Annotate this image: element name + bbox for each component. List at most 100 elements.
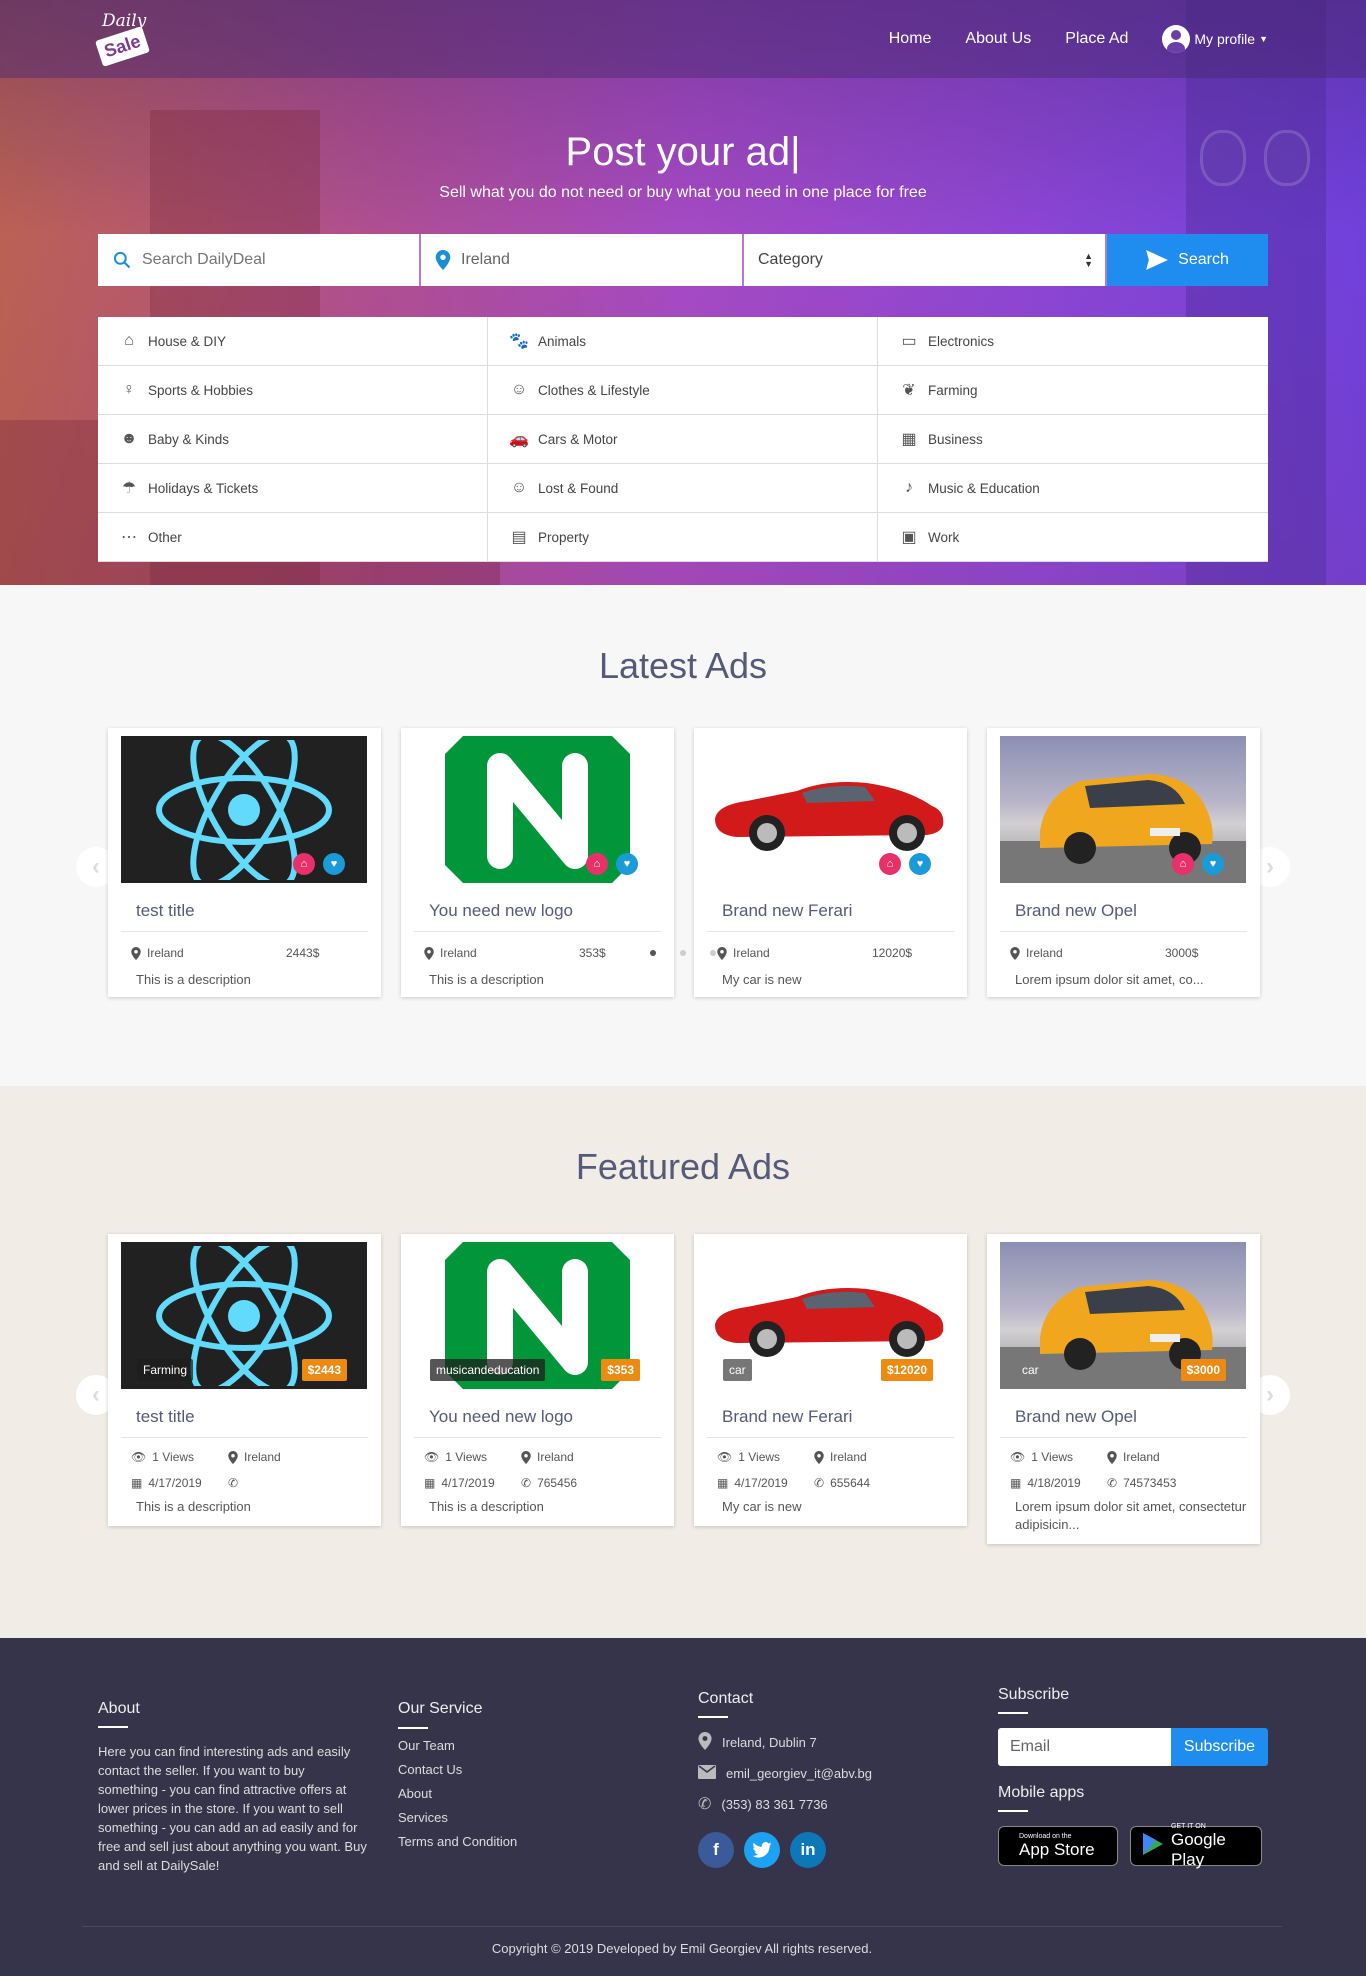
copyright: Copyright © 2019 Developed by Emil Georg… (82, 1926, 1282, 1956)
category-item[interactable]: ▣ Work (878, 513, 1268, 562)
footer-phone[interactable]: (353) 83 361 7736 (721, 1797, 827, 1812)
carousel-dot-2[interactable] (680, 950, 686, 956)
category-item[interactable]: ☺ Lost & Found (488, 464, 878, 513)
featured-ads-title: Featured Ads (575, 1146, 791, 1187)
home-badge-icon[interactable]: ⌂ (293, 853, 315, 875)
heart-badge-icon[interactable]: ♥ (616, 853, 638, 875)
nav-about-us[interactable]: About Us (965, 30, 1031, 48)
category-item[interactable]: ☻ Baby & Kinds (98, 415, 488, 464)
featured-ad-card[interactable]: Farming $2443 test title 👁 1 Views Ireland ▦ 4/… (108, 1234, 381, 1526)
phone-icon: ✆ (521, 1476, 532, 1490)
carousel-dot-1[interactable] (650, 950, 656, 956)
subscribe-email-input[interactable]: Email (998, 1728, 1171, 1766)
featured-ads-section: Featured Ads ‹ › Farming $2443 test title 👁… (0, 1086, 1366, 1638)
category-item[interactable]: ▤ Property (488, 513, 878, 562)
category-item[interactable]: ☂ Holidays & Tickets (98, 464, 488, 513)
footer-link-our-team[interactable]: Our Team (398, 1738, 517, 1753)
ad-image[interactable]: musicandeducation $353 (414, 1242, 660, 1389)
ad-title[interactable]: test title (121, 1389, 368, 1438)
category-item[interactable]: ☺ Clothes & Lifestyle (488, 366, 878, 415)
footer-email[interactable]: emil_georgiev_it@abv.bg (726, 1766, 872, 1781)
home-badge-icon[interactable]: ⌂ (1172, 853, 1194, 875)
ad-card[interactable]: ⌂ ♥ test title Ireland 2443$ This is a descri… (108, 728, 381, 997)
more-icon: ⋯ (121, 529, 137, 546)
ad-title[interactable]: Brand new Ferari (707, 1389, 954, 1438)
ad-image[interactable]: car $12020 (707, 1242, 953, 1389)
footer-link-contact-us[interactable]: Contact Us (398, 1762, 517, 1777)
featured-ad-card[interactable]: musicandeducation $353 You need new logo 👁 1… (401, 1234, 674, 1526)
home-badge-icon[interactable]: ⌂ (586, 853, 608, 875)
ad-card[interactable]: ⌂ ♥ You need new logo Ireland 353$ This is a … (401, 728, 674, 997)
location-field[interactable]: Ireland (421, 234, 744, 286)
google-play-badge[interactable]: GET IT ON Google Play (1130, 1823, 1262, 1869)
nav-place-ad[interactable]: Place Ad (1065, 30, 1128, 48)
ad-image[interactable]: Farming $2443 (121, 1242, 367, 1389)
category-item[interactable]: ❦ Farming (878, 366, 1268, 415)
linkedin-icon[interactable]: in (790, 1832, 826, 1868)
ad-phone: 655644 (830, 1476, 871, 1490)
footer-subscribe-title: Subscribe (998, 1686, 1070, 1703)
facebook-icon[interactable]: f (698, 1832, 734, 1868)
heart-badge-icon[interactable]: ♥ (323, 853, 345, 875)
location-pin-icon (521, 1450, 531, 1464)
caret-down-icon: ▼ (1259, 34, 1268, 44)
ad-title[interactable]: You need new logo (414, 883, 661, 932)
ad-image[interactable]: ⌂ ♥ (414, 736, 660, 883)
ad-date: 4/18/2019 (1027, 1476, 1081, 1490)
ad-image[interactable]: ⌂ ♥ (121, 736, 367, 883)
category-label: Work (928, 529, 960, 545)
profile-menu[interactable]: My profile ▼ (1162, 25, 1268, 53)
price-tag: $2443 (301, 1359, 347, 1381)
search-input[interactable] (142, 251, 382, 269)
category-item[interactable]: ♪ Music & Education (878, 464, 1268, 513)
footer-link-about[interactable]: About (398, 1786, 517, 1801)
ad-card[interactable]: ⌂ ♥ Brand new Ferari Ireland 12020$ My car is… (694, 728, 967, 997)
carousel-dot-3[interactable] (710, 950, 716, 956)
footer-link-terms[interactable]: Terms and Condition (398, 1834, 517, 1849)
category-item[interactable]: ⋯ Other (98, 513, 488, 562)
store-icon: ▤ (511, 529, 527, 546)
category-item[interactable]: ♀ Sports & Hobbies (98, 366, 488, 415)
search-field[interactable] (98, 234, 421, 286)
ad-title[interactable]: Brand new Ferari (707, 883, 954, 932)
twitter-icon[interactable] (744, 1832, 780, 1868)
category-label: Animals (538, 333, 587, 349)
calendar-icon: ▦ (424, 1476, 436, 1490)
subscribe-button[interactable]: Subscribe (1171, 1728, 1268, 1766)
ad-title[interactable]: test title (121, 883, 368, 932)
featured-ad-card[interactable]: car $3000 Brand new Opel 👁 1 Views Ireland ▦ 4/… (987, 1234, 1260, 1544)
play-triangle-icon (1143, 1832, 1163, 1860)
category-label: Sports & Hobbies (148, 382, 254, 398)
ad-image[interactable]: ⌂ ♥ (707, 736, 953, 883)
ad-image[interactable]: car $3000 (1000, 1242, 1246, 1389)
eye-icon: 👁 (131, 1450, 147, 1464)
category-select[interactable]: Category ▲ ▼ (744, 234, 1107, 286)
footer-link-services[interactable]: Services (398, 1810, 517, 1825)
ad-image[interactable]: ⌂ ♥ (1000, 736, 1246, 883)
search-button[interactable]: Search (1107, 234, 1268, 286)
category-item[interactable]: 🐾 Animals (488, 317, 878, 366)
ad-title[interactable]: You need new logo (414, 1389, 661, 1438)
category-item[interactable]: ▦ Business (878, 415, 1268, 464)
app-store-badge[interactable]: Download on the App Store (998, 1826, 1118, 1866)
category-item[interactable]: ▭ Electronics (878, 317, 1268, 366)
location-pin-icon (435, 250, 451, 270)
ad-title[interactable]: Brand new Opel (1000, 883, 1247, 932)
nav-home[interactable]: Home (889, 30, 932, 48)
phone-icon: ✆ (228, 1476, 239, 1490)
ad-phone: 765456 (537, 1476, 578, 1490)
featured-ad-card[interactable]: car $12020 Brand new Ferari 👁 1 Views Ireland… (694, 1234, 967, 1526)
heart-badge-icon[interactable]: ♥ (909, 853, 931, 875)
ad-title[interactable]: Brand new Opel (1000, 1389, 1247, 1438)
navbar: Daily Sale Home About Us Place Ad My pro… (0, 0, 1366, 78)
category-item[interactable]: 🚗 Cars & Motor (488, 415, 878, 464)
category-item[interactable]: ⌂ House & DIY (98, 317, 488, 366)
home-badge-icon[interactable]: ⌂ (879, 853, 901, 875)
heart-badge-icon[interactable]: ♥ (1202, 853, 1224, 875)
eye-icon: 👁 (1010, 1450, 1026, 1464)
ad-card[interactable]: ⌂ ♥ Brand new Opel Ireland 3000$ Lorem ipsum … (987, 728, 1260, 997)
location-pin-icon (814, 1450, 824, 1464)
calendar-icon: ▦ (1010, 1476, 1022, 1490)
site-logo[interactable]: Daily Sale (95, 7, 162, 71)
person-icon: ♀ (123, 381, 135, 398)
